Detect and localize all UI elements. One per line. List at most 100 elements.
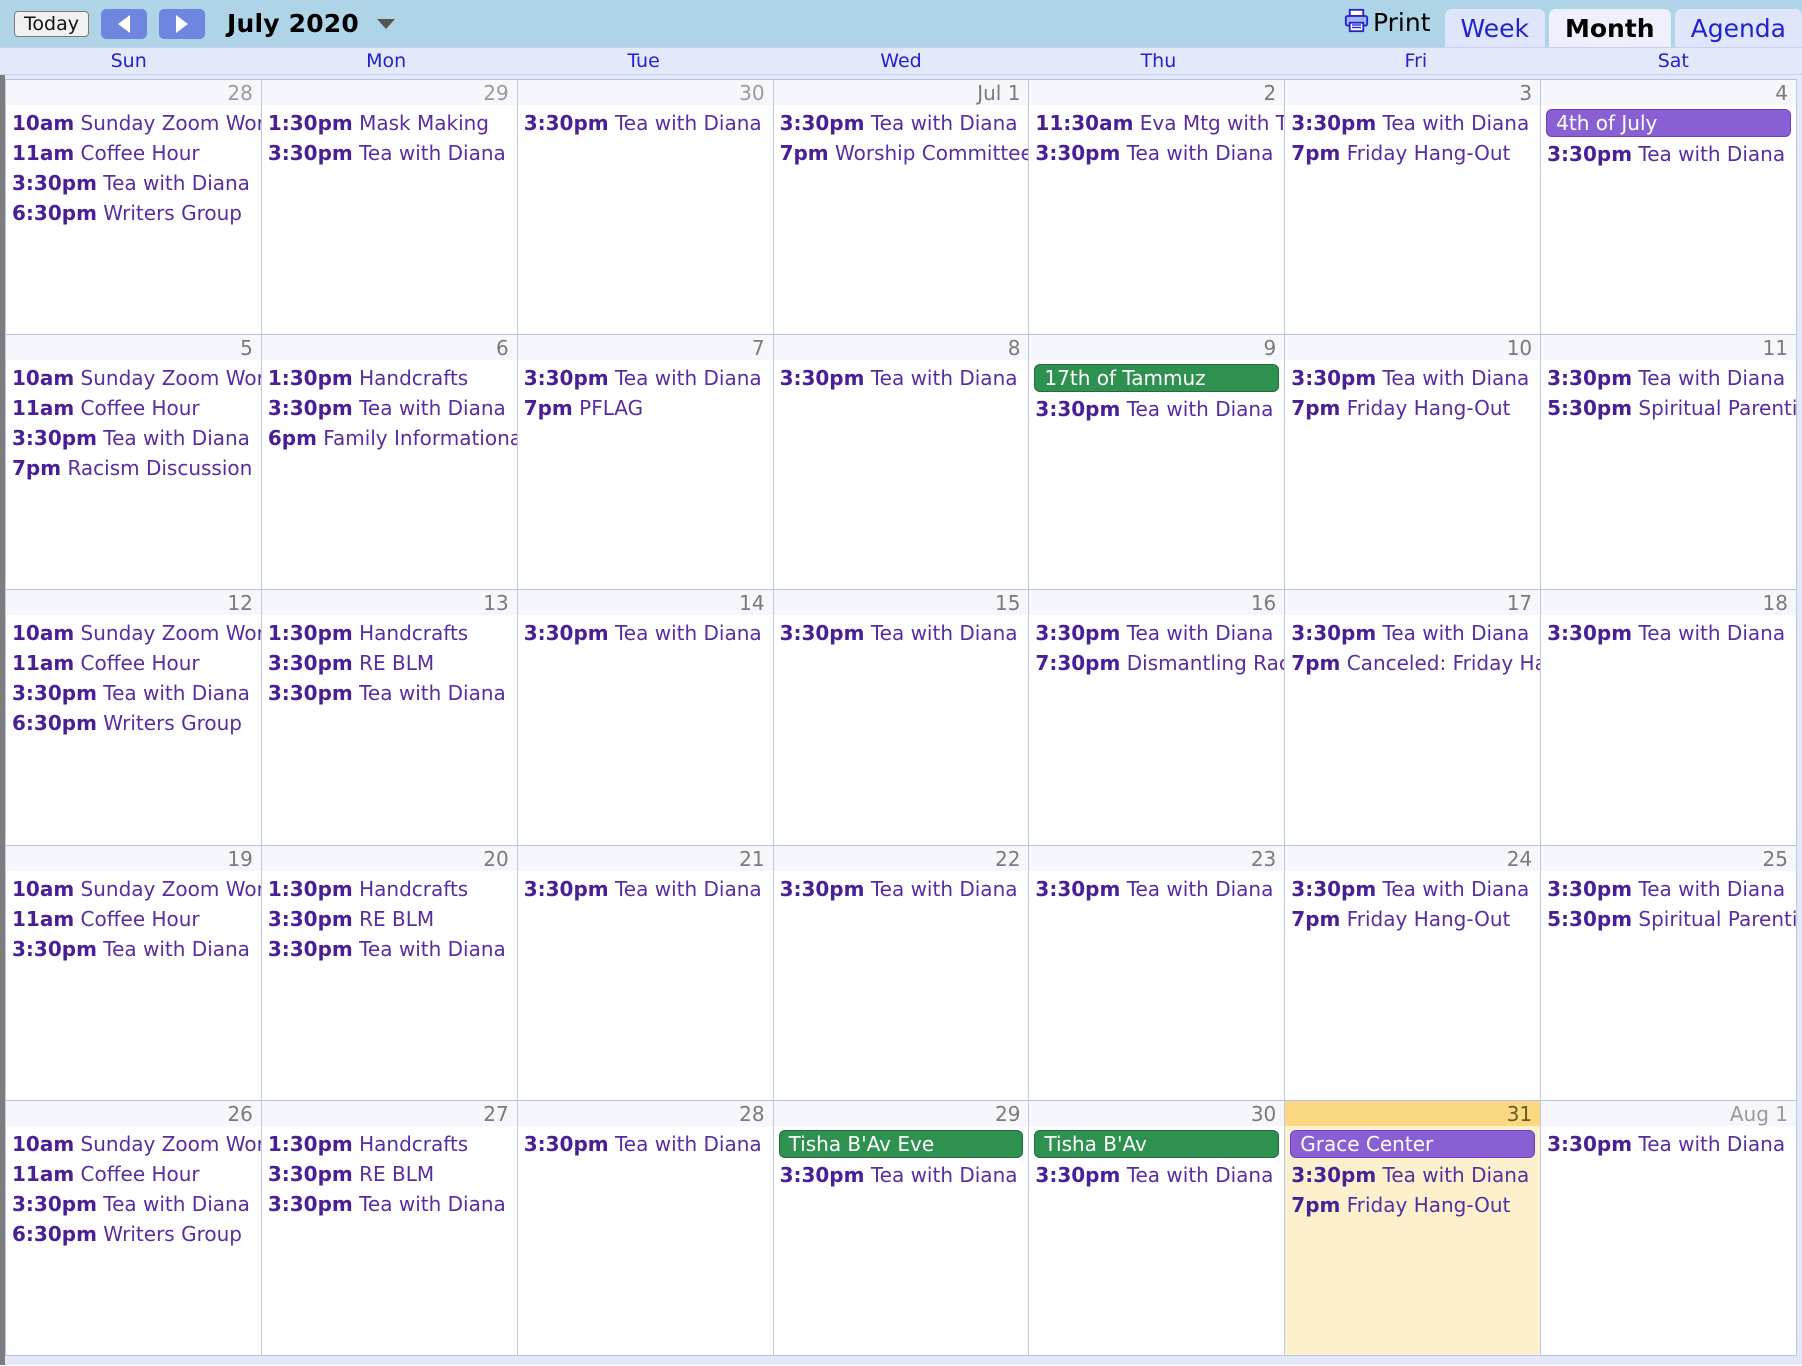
calendar-event[interactable]: 6:30pm Writers Group (10, 198, 261, 228)
day-number[interactable]: 12 (6, 590, 261, 616)
calendar-event[interactable]: 3:30pm Tea with Diana (1289, 108, 1540, 138)
calendar-event[interactable]: 3:30pm Tea with Diana (778, 108, 1029, 138)
calendar-event[interactable]: 3:30pm Tea with Diana (1545, 1129, 1796, 1159)
calendar-event[interactable]: 3:30pm Tea with Diana (1545, 618, 1796, 648)
day-number[interactable]: 10 (1285, 335, 1541, 361)
day-cell-30[interactable]: 30 Tisha B'Av 3:30pm Tea with Diana (1029, 1100, 1286, 1356)
today-button[interactable]: Today (14, 10, 89, 37)
next-month-button[interactable] (158, 8, 205, 39)
day-number[interactable]: 7 (517, 335, 773, 361)
calendar-event[interactable]: 3:30pm Tea with Diana (522, 874, 773, 904)
day-cell-17[interactable]: 17 3:30pm Tea with Diana 7pm Canceled: Fri… (1285, 590, 1542, 846)
calendar-event[interactable]: 3:30pm Tea with Diana (266, 934, 517, 964)
day-cell-23[interactable]: 23 3:30pm Tea with Diana (1029, 845, 1286, 1101)
calendar-event[interactable]: 3:30pm Tea with Diana (266, 1189, 517, 1219)
calendar-event[interactable]: 3:30pm Tea with Diana (10, 934, 261, 964)
calendar-event[interactable]: 10am Sunday Zoom Wors (10, 108, 261, 138)
calendar-event[interactable]: 5:30pm Spiritual Parenting (1545, 904, 1796, 934)
calendar-event[interactable]: 3:30pm Tea with Diana (778, 618, 1029, 648)
calendar-event[interactable]: 5:30pm Spiritual Parenting (1545, 393, 1796, 423)
all-day-event-chip[interactable]: Tisha B'Av (1034, 1129, 1280, 1158)
day-number[interactable]: 20 (261, 845, 517, 871)
tab-month[interactable]: Month (1549, 9, 1671, 47)
calendar-event[interactable]: 3:30pm Tea with Diana (266, 678, 517, 708)
calendar-event[interactable]: 11am Coffee Hour (10, 648, 261, 678)
calendar-event[interactable]: 3:30pm Tea with Diana (778, 363, 1029, 393)
calendar-event[interactable]: 3:30pm Tea with Diana (1033, 618, 1284, 648)
day-number[interactable]: 19 (6, 845, 261, 871)
day-cell-26[interactable]: 26 10am Sunday Zoom Wors 11am Coffee Hour 3… (6, 1100, 262, 1356)
day-number[interactable]: 30 (1029, 1100, 1285, 1126)
day-number[interactable]: 14 (517, 590, 773, 616)
day-cell-7[interactable]: 7 3:30pm Tea with Diana 7pm PFLAG (517, 335, 774, 591)
calendar-event[interactable]: 7pm PFLAG (522, 393, 773, 423)
day-number[interactable]: 5 (6, 335, 261, 361)
day-number[interactable]: 17 (1285, 590, 1541, 616)
day-number[interactable]: 31 (1285, 1101, 1540, 1126)
day-cell-24[interactable]: 24 3:30pm Tea with Diana 7pm Friday Hang-O… (1285, 845, 1542, 1101)
day-number[interactable]: 18 (1541, 590, 1796, 616)
calendar-event[interactable]: 11am Coffee Hour (10, 138, 261, 168)
calendar-event[interactable]: 11:30am Eva Mtg with Tori (1033, 108, 1284, 138)
calendar-event[interactable]: 3:30pm Tea with Diana (266, 138, 517, 168)
day-number[interactable]: 2 (1029, 80, 1285, 105)
day-number[interactable]: 26 (6, 1100, 261, 1126)
day-number[interactable]: 3 (1285, 80, 1541, 105)
calendar-event[interactable]: 3:30pm Tea with Diana (10, 1189, 261, 1219)
day-cell-jul-1[interactable]: Jul 1 3:30pm Tea with Diana 7pm Worship Co… (773, 80, 1030, 336)
day-cell-16[interactable]: 16 3:30pm Tea with Diana 7:30pm Dismantlin… (1029, 590, 1286, 846)
calendar-event[interactable]: 7pm Friday Hang-Out (1289, 904, 1540, 934)
day-number[interactable]: Jul 1 (773, 80, 1029, 105)
day-cell-25[interactable]: 25 3:30pm Tea with Diana 5:30pm Spiritual … (1541, 845, 1797, 1101)
day-cell-14[interactable]: 14 3:30pm Tea with Diana (517, 590, 774, 846)
all-day-event-chip[interactable]: 4th of July (1546, 109, 1791, 137)
day-number[interactable]: Aug 1 (1541, 1100, 1796, 1126)
tab-week[interactable]: Week (1444, 9, 1545, 47)
left-scroll-rail[interactable] (0, 75, 5, 1365)
day-cell-31[interactable]: 31 Grace Center 3:30pm Tea with Diana 7pm F… (1285, 1100, 1542, 1356)
day-number[interactable]: 29 (773, 1100, 1029, 1126)
day-cell-13[interactable]: 13 1:30pm Handcrafts 3:30pm RE BLM 3:30pm T… (261, 590, 518, 846)
calendar-event[interactable]: 3:30pm Tea with Diana (522, 1129, 773, 1159)
calendar-event[interactable]: 1:30pm Handcrafts (266, 874, 517, 904)
day-number[interactable]: 9 (1029, 335, 1285, 361)
chevron-down-icon[interactable] (377, 18, 396, 29)
day-number[interactable]: 30 (517, 80, 773, 105)
calendar-event[interactable]: 3:30pm Tea with Diana (1545, 363, 1796, 393)
day-number[interactable]: 24 (1285, 845, 1541, 871)
day-cell-12[interactable]: 12 10am Sunday Zoom Wors 11am Coffee Hour 3… (6, 590, 262, 846)
calendar-event[interactable]: 3:30pm Tea with Diana (522, 618, 773, 648)
day-number[interactable]: 6 (261, 335, 517, 361)
day-cell-29[interactable]: 29 1:30pm Mask Making 3:30pm Tea with Dian… (261, 80, 518, 336)
calendar-event[interactable]: 3:30pm Tea with Diana (1289, 1160, 1540, 1190)
day-cell-29[interactable]: 29 Tisha B'Av Eve 3:30pm Tea with Diana (773, 1100, 1030, 1356)
day-number[interactable]: 27 (261, 1100, 517, 1126)
day-cell-6[interactable]: 6 1:30pm Handcrafts 3:30pm Tea with Diana 6… (261, 335, 518, 591)
calendar-event[interactable]: 1:30pm Handcrafts (266, 618, 517, 648)
day-number[interactable]: 25 (1541, 845, 1796, 871)
day-number[interactable]: 8 (773, 335, 1029, 361)
calendar-event[interactable]: 3:30pm RE BLM (266, 648, 517, 678)
day-cell-10[interactable]: 10 3:30pm Tea with Diana 7pm Friday Hang-O… (1285, 335, 1542, 591)
calendar-event[interactable]: 11am Coffee Hour (10, 1159, 261, 1189)
calendar-event[interactable]: 7pm Friday Hang-Out (1289, 1190, 1540, 1220)
day-number[interactable]: 15 (773, 590, 1029, 616)
day-number[interactable]: 23 (1029, 845, 1285, 871)
calendar-event[interactable]: 3:30pm Tea with Diana (1289, 363, 1540, 393)
calendar-event[interactable]: 10am Sunday Zoom Wors (10, 874, 261, 904)
calendar-event[interactable]: 10am Sunday Zoom Wors (10, 618, 261, 648)
day-cell-11[interactable]: 11 3:30pm Tea with Diana 5:30pm Spiritual … (1541, 335, 1797, 591)
day-number[interactable]: 16 (1029, 590, 1285, 616)
calendar-event[interactable]: 11am Coffee Hour (10, 393, 261, 423)
calendar-event[interactable]: 1:30pm Handcrafts (266, 1129, 517, 1159)
day-cell-22[interactable]: 22 3:30pm Tea with Diana (773, 845, 1030, 1101)
calendar-event[interactable]: 3:30pm Tea with Diana (1289, 874, 1540, 904)
day-cell-20[interactable]: 20 1:30pm Handcrafts 3:30pm RE BLM 3:30pm T… (261, 845, 518, 1101)
day-number[interactable]: 28 (517, 1100, 773, 1126)
calendar-event[interactable]: 3:30pm Tea with Diana (1033, 1160, 1284, 1190)
calendar-event[interactable]: 7pm Racism Discussion (10, 453, 261, 483)
calendar-event[interactable]: 3:30pm RE BLM (266, 1159, 517, 1189)
day-number[interactable]: 4 (1541, 80, 1796, 105)
day-cell-3[interactable]: 3 3:30pm Tea with Diana 7pm Friday Hang-Ou… (1285, 80, 1542, 336)
calendar-event[interactable]: 7:30pm Dismantling Racis (1033, 648, 1284, 678)
